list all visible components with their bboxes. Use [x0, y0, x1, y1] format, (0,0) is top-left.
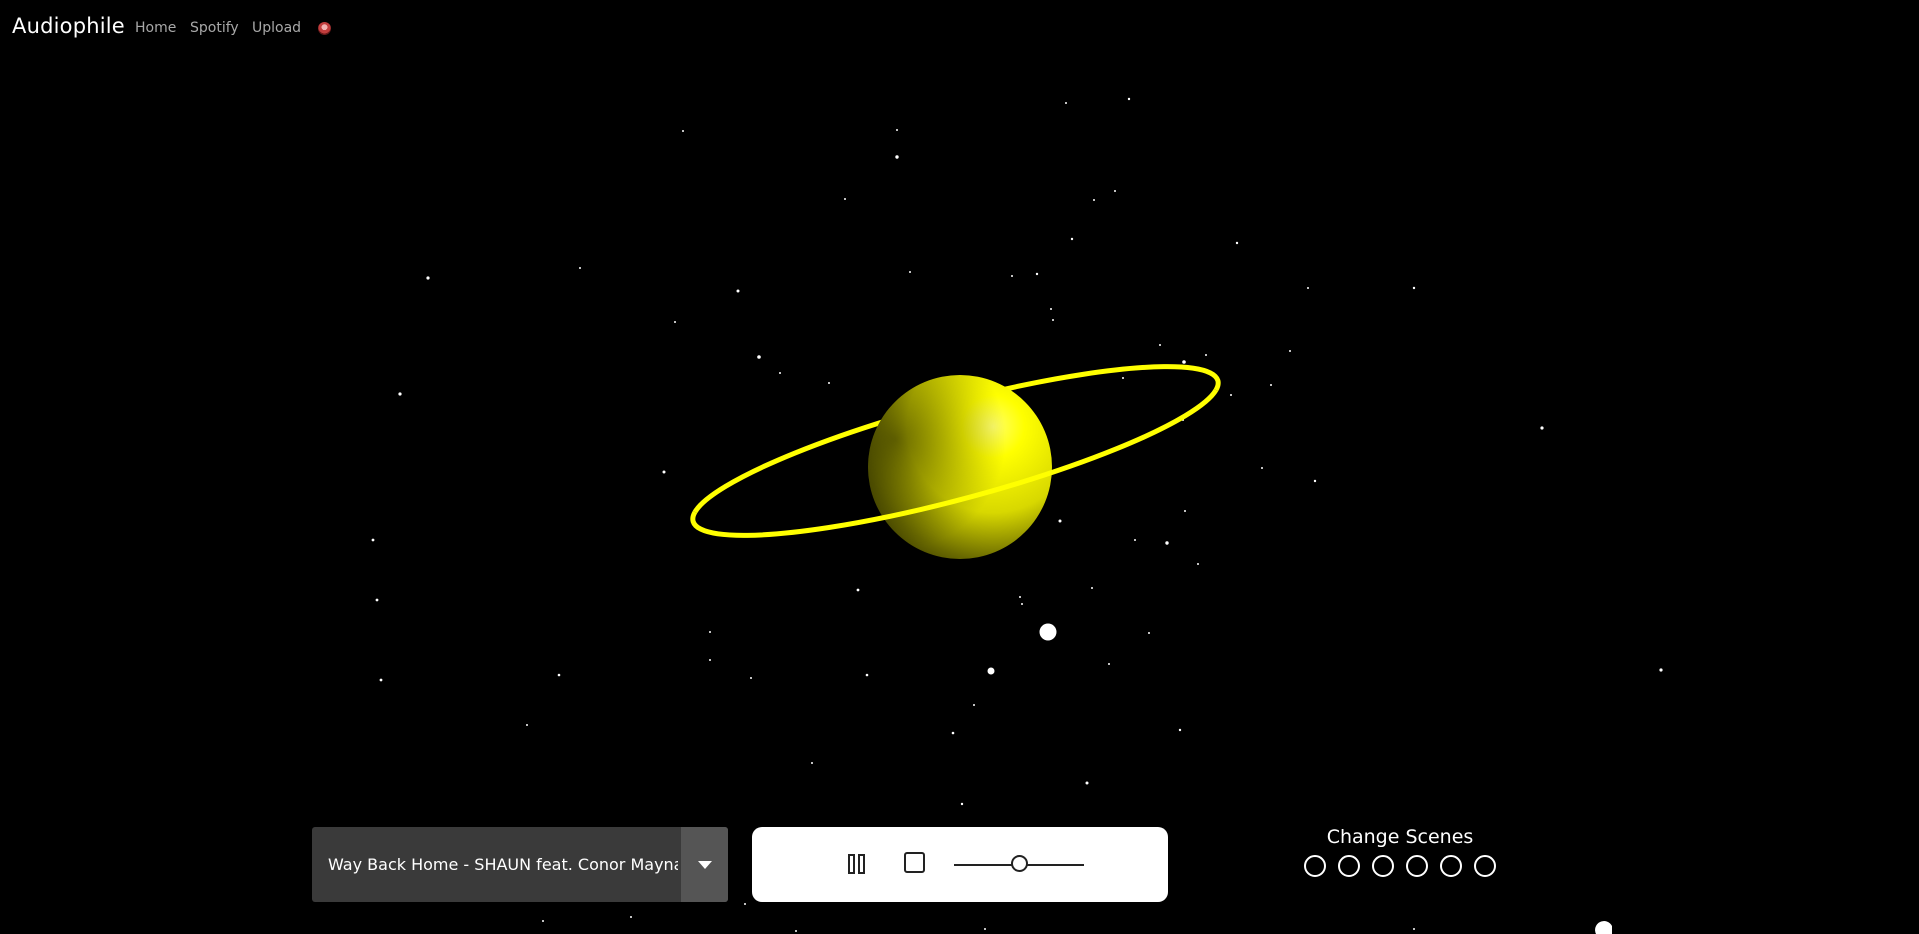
scene-canvas[interactable]	[0, 0, 1919, 934]
star	[1313, 479, 1317, 483]
player-controls	[752, 827, 1168, 902]
star	[1205, 354, 1207, 356]
star	[1148, 632, 1150, 634]
star	[984, 928, 986, 930]
scene-button-2[interactable]	[1338, 855, 1360, 877]
scene-button-1[interactable]	[1304, 855, 1326, 877]
star	[526, 724, 528, 726]
navbar: Audiophile Home Spotify Upload	[0, 0, 1919, 58]
song-select-value: Way Back Home - SHAUN feat. Conor Maynar…	[328, 855, 678, 874]
star	[779, 372, 781, 374]
star	[398, 392, 402, 396]
star	[795, 930, 797, 932]
star	[736, 289, 740, 293]
nav-link-upload[interactable]: Upload	[252, 20, 301, 36]
star	[1108, 663, 1110, 665]
star	[1134, 539, 1136, 541]
star	[750, 677, 752, 679]
star	[426, 276, 430, 280]
volume-slider-handle[interactable]	[1010, 855, 1028, 872]
star	[1307, 287, 1309, 289]
star	[379, 678, 383, 682]
star	[1197, 563, 1199, 565]
star	[1184, 510, 1186, 512]
scene-button-3[interactable]	[1372, 855, 1394, 877]
star	[1230, 394, 1232, 396]
star	[1159, 344, 1161, 346]
star	[542, 920, 544, 922]
song-select-dropdown-button[interactable]	[681, 827, 728, 902]
star	[375, 598, 379, 602]
star	[1178, 728, 1182, 732]
star	[1085, 781, 1089, 785]
star	[1122, 377, 1124, 379]
change-scenes-title: Change Scenes	[1326, 826, 1474, 848]
star	[674, 321, 676, 323]
star	[1270, 384, 1272, 386]
star	[1165, 541, 1169, 545]
star	[1019, 596, 1021, 598]
star	[895, 155, 899, 159]
star	[1050, 308, 1052, 310]
star	[1540, 426, 1544, 430]
moon-edge	[1595, 921, 1612, 934]
star	[960, 802, 964, 806]
star	[1412, 286, 1416, 290]
star	[844, 198, 846, 200]
star	[1091, 587, 1093, 589]
scene-button-5[interactable]	[1440, 855, 1462, 877]
app-page: Audiophile Home Spotify Upload Way Back …	[0, 0, 1919, 934]
brand-logo[interactable]: Audiophile	[12, 14, 125, 38]
star	[662, 470, 666, 474]
star	[828, 382, 830, 384]
star	[1058, 519, 1062, 523]
star	[811, 762, 813, 764]
star	[896, 129, 898, 131]
star	[1011, 275, 1013, 277]
star	[1021, 603, 1023, 605]
star	[371, 538, 375, 542]
star	[1065, 102, 1067, 104]
user-avatar-icon[interactable]	[318, 22, 331, 35]
star	[1093, 199, 1095, 201]
star	[1413, 928, 1415, 930]
star	[744, 903, 746, 905]
nav-link-home[interactable]: Home	[135, 20, 176, 36]
star	[1182, 360, 1186, 364]
pause-icon[interactable]	[848, 854, 865, 874]
star	[709, 659, 711, 661]
star	[1114, 190, 1116, 192]
moon-large	[1039, 623, 1057, 641]
moon-small	[987, 667, 995, 675]
star	[682, 130, 684, 132]
star	[973, 704, 975, 706]
scene-button-4[interactable]	[1406, 855, 1428, 877]
star	[1127, 97, 1131, 101]
nav-link-spotify[interactable]: Spotify	[190, 20, 239, 36]
scene-selector	[1304, 855, 1499, 879]
star	[1235, 241, 1239, 245]
star	[1070, 237, 1074, 241]
scene-button-6[interactable]	[1474, 855, 1496, 877]
star	[579, 267, 581, 269]
star	[757, 355, 761, 359]
star	[630, 916, 632, 918]
star	[1659, 668, 1663, 672]
star	[856, 588, 860, 592]
star	[865, 673, 869, 677]
star	[557, 673, 561, 677]
song-select[interactable]: Way Back Home - SHAUN feat. Conor Maynar…	[312, 827, 728, 902]
star	[709, 631, 711, 633]
star	[951, 731, 955, 735]
stop-icon[interactable]	[904, 852, 925, 873]
star	[909, 271, 911, 273]
chevron-down-icon	[697, 860, 712, 869]
star	[1035, 272, 1039, 276]
star	[1052, 319, 1054, 321]
star	[1261, 467, 1263, 469]
planet-shadow	[868, 375, 1052, 559]
star	[1289, 350, 1291, 352]
